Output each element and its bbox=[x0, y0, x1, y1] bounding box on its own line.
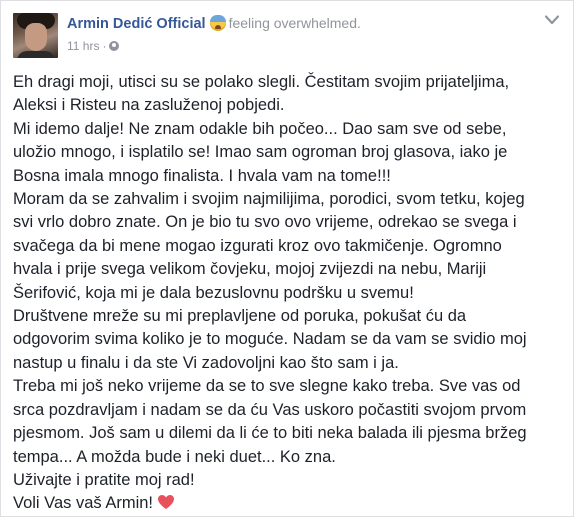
meta-separator: · bbox=[102, 39, 107, 53]
avatar-face bbox=[25, 23, 47, 51]
avatar-shirt bbox=[17, 51, 55, 58]
post-text-line: Uživajte i pratite moj rad! bbox=[13, 470, 195, 489]
post-text-line: hvala i prije svega velikom čovjeku, moj… bbox=[13, 260, 487, 279]
post-text-line: Treba mi još neko vrijeme da se to sve s… bbox=[13, 377, 521, 396]
author-name-link[interactable]: Armin Dedić Official bbox=[67, 16, 206, 32]
post-text-line: svačega da bi mene mogao izgurati kroz o… bbox=[13, 236, 502, 255]
post-text-line: Šerifović, koja mi je dala bezuslovnu po… bbox=[13, 283, 414, 302]
post-text-line: svi vrlo dobro znate. On je bio tu svo o… bbox=[13, 213, 517, 232]
post-header: Armin Dedić Official feeling overwhelmed. bbox=[67, 14, 361, 33]
post-text-line: Društvene mreže su mi preplavljene od po… bbox=[13, 307, 467, 326]
post-body: Eh dragi moji, utisci su se polako slegl… bbox=[13, 71, 569, 518]
globe-icon[interactable] bbox=[109, 41, 120, 51]
post-text-line: uložio mnogo, i isplatilo se! Imao sam o… bbox=[13, 143, 508, 162]
post-timestamp-link[interactable]: 11 hrs bbox=[67, 39, 99, 53]
red-heart-icon bbox=[157, 494, 175, 517]
post-text-signoff: Voli Vas vaš Armin! bbox=[13, 494, 154, 513]
overwhelmed-face-icon bbox=[209, 15, 226, 31]
post-text-line: Aleksi i Risteu na zasluženoj pobjedi. bbox=[13, 96, 285, 115]
post-text-line: nastup u finalu i da ste Vi zadovoljni k… bbox=[13, 353, 399, 372]
post-text-line: pjesmom. Još sam u dilemi da li će to bi… bbox=[13, 424, 527, 443]
facebook-post: Armin Dedić Official feeling overwhelmed.… bbox=[0, 0, 574, 517]
post-text-line: tempa... A možda bude i neki duet... Ko … bbox=[13, 447, 336, 466]
post-text-line: Bosna imala mnogo finalista. I hvala vam… bbox=[13, 166, 391, 185]
post-text-line: Mi idemo dalje! Ne znam odakle bih počeo… bbox=[13, 119, 507, 138]
post-text-line: srca pozdravljam i nadam se da ću Vas us… bbox=[13, 400, 527, 419]
feeling-text: feeling overwhelmed. bbox=[228, 15, 361, 31]
chevron-down-icon[interactable] bbox=[545, 15, 559, 25]
avatar[interactable] bbox=[13, 13, 58, 58]
post-text-line: Eh dragi moji, utisci su se polako slegl… bbox=[13, 73, 510, 91]
post-text-line: odgovorim svima koliko je to moguće. Nad… bbox=[13, 330, 527, 349]
post-text-last-line: Voli Vas vaš Armin! bbox=[13, 492, 569, 517]
post-meta: 11 hrs · bbox=[67, 38, 120, 54]
post-text-line: Moram da se zahvalim i svojim najmilijim… bbox=[13, 190, 525, 209]
